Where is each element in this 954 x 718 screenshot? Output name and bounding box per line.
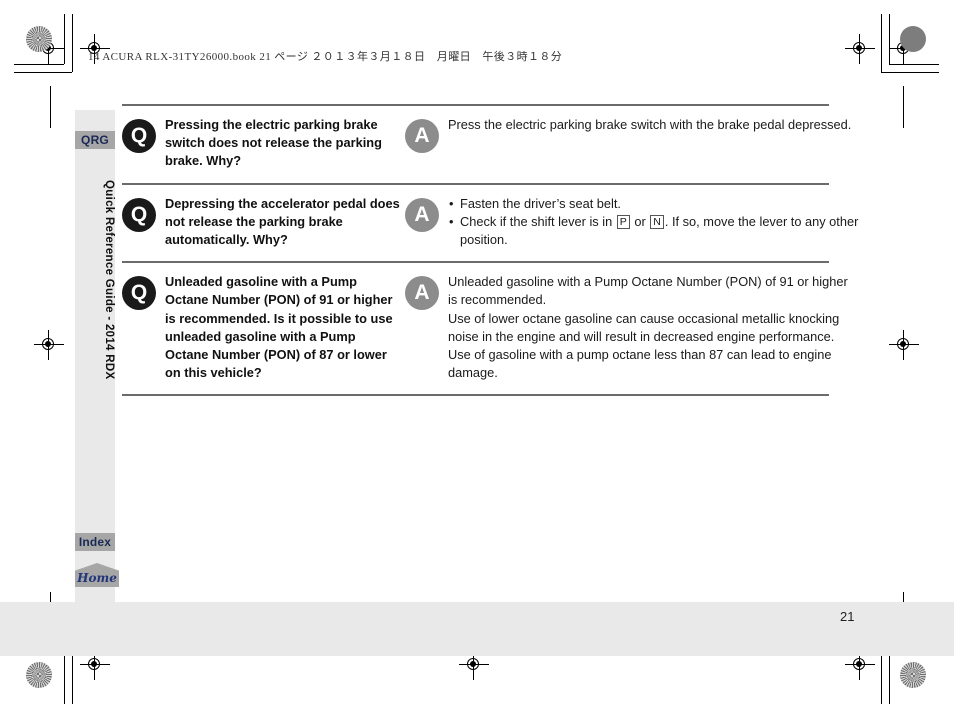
crop-line	[14, 64, 64, 65]
gear-p-indicator: P	[616, 214, 630, 229]
page-number: 21	[840, 609, 855, 624]
list-item: Check if the shift lever is in P or N. I…	[448, 213, 860, 249]
answer-badge-icon: A	[405, 276, 439, 311]
registration-target	[34, 330, 64, 360]
crop-line	[14, 72, 72, 73]
qa-row: Q Unleaded gasoline with a Pump Octane N…	[122, 263, 848, 394]
answer-text: Press the electric parking brake switch …	[448, 117, 852, 132]
question-text: Unleaded gasoline with a Pump Octane Num…	[165, 273, 400, 382]
crop-line	[64, 654, 65, 704]
sidebar-tab-index[interactable]: Index	[75, 533, 115, 551]
question-badge-icon: Q	[122, 276, 156, 311]
divider-rule	[122, 394, 829, 397]
crop-line	[72, 14, 73, 72]
crop-line	[881, 14, 882, 72]
question-badge-icon: Q	[122, 197, 156, 232]
home-button-label: Home	[77, 571, 117, 585]
crop-line	[903, 86, 904, 128]
sidebar-tab-qrg[interactable]: QRG	[75, 131, 115, 149]
question-badge-icon: Q	[122, 119, 156, 153]
crop-line	[881, 72, 939, 73]
answer-badge-icon: A	[405, 197, 439, 232]
halftone-dot	[26, 26, 52, 52]
bullet-text: Check if the shift lever is in	[460, 213, 616, 229]
qa-answer-cell: A Press the electric parking brake switc…	[405, 116, 860, 171]
question-line-a: Unleaded gasoline with a Pump Octane Num…	[165, 274, 393, 381]
registration-target	[845, 34, 875, 64]
halftone-dot	[900, 26, 926, 52]
qa-question-cell: Q Unleaded gasoline with a Pump Octane N…	[122, 273, 405, 382]
question-text: Pressing the electric parking brake swit…	[165, 117, 382, 169]
answer-paragraph: Use of lower octane gasoline can cause o…	[448, 310, 840, 344]
answer-bullet-list: Fasten the driver’s seat belt. Check if …	[448, 195, 860, 250]
crop-line	[50, 86, 51, 128]
gear-n-indicator: N	[650, 214, 664, 229]
crop-line	[889, 654, 890, 704]
qa-row: Q Pressing the electric parking brake sw…	[122, 106, 851, 183]
halftone-dot	[900, 662, 926, 688]
qa-answer-cell: A Unleaded gasoline with a Pump Octane N…	[405, 273, 860, 382]
bullet-text: or	[630, 213, 650, 229]
answer-badge-icon: A	[405, 119, 439, 153]
answer-paragraph: Use of gasoline with a pump octane less …	[448, 347, 832, 381]
answer-text: Fasten the driver’s seat belt. Check if …	[448, 195, 860, 250]
job-ticket-header: 14 ACURA RLX-31TY26000.book 21 ページ ２０１３年…	[88, 51, 563, 63]
qa-content: Q Pressing the electric parking brake sw…	[122, 104, 858, 397]
crop-line	[64, 14, 65, 64]
crop-line	[889, 64, 939, 65]
qa-row: Q Depressing the accelerator pedal does …	[122, 185, 858, 262]
registration-target	[889, 330, 919, 360]
qa-question-cell: Q Pressing the electric parking brake sw…	[122, 116, 405, 171]
footer-band	[0, 602, 954, 656]
sidebar-vertical-label: Quick Reference Guide - 2014 RDX	[103, 180, 115, 380]
answer-paragraph: Unleaded gasoline with a Pump Octane Num…	[448, 274, 848, 308]
qa-answer-cell: A Fasten the driver’s seat belt. Check i…	[405, 195, 860, 250]
bullet-text: Fasten the driver’s seat belt.	[460, 195, 621, 211]
answer-text: Unleaded gasoline with a Pump Octane Num…	[448, 273, 860, 382]
question-text: Depressing the accelerator pedal does no…	[165, 195, 400, 248]
qa-question-cell: Q Depressing the accelerator pedal does …	[122, 195, 405, 250]
list-item: Fasten the driver’s seat belt.	[448, 195, 860, 213]
halftone-dot	[26, 662, 52, 688]
